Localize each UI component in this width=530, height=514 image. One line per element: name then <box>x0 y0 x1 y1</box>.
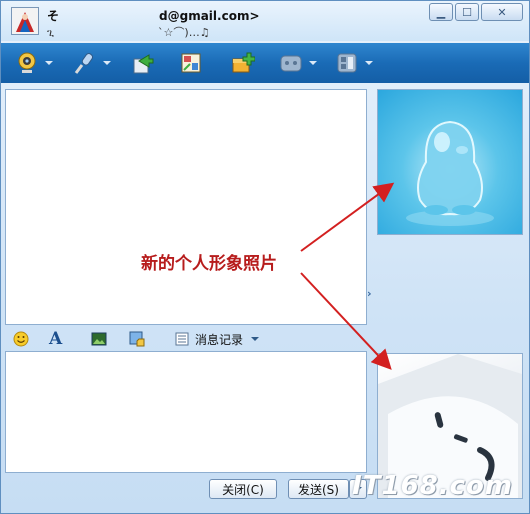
watermark-logo: IT168.com <box>352 471 513 501</box>
chat-window: そ d@gmail.com> ጊ `☆⌒)…♫ ▁ ☐ ✕ A 消息记录 关闭(… <box>0 0 530 514</box>
arrow-to-contact-photo <box>300 182 395 252</box>
annotation-label: 新的个人形象照片 <box>141 254 277 274</box>
arrow-to-my-photo <box>300 272 392 370</box>
